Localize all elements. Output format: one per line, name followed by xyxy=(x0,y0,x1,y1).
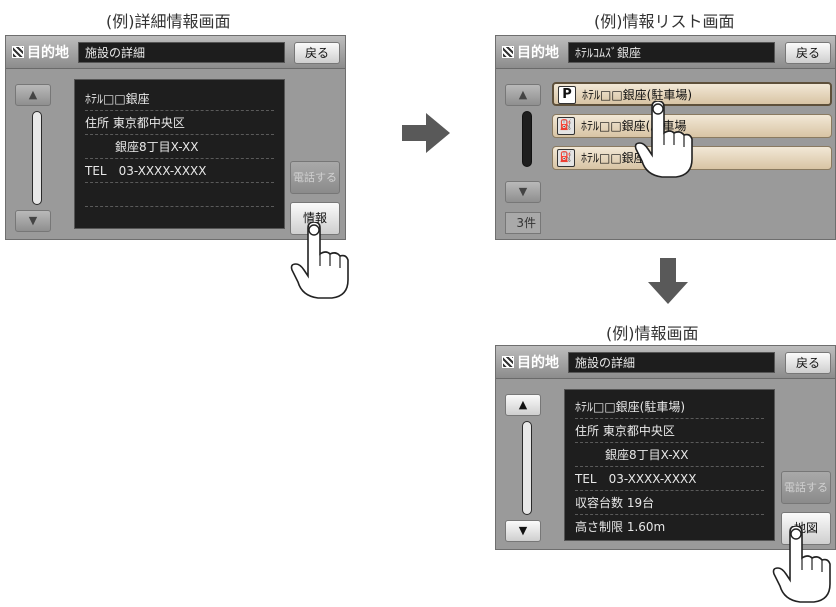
scroll-up-button[interactable]: ▲ xyxy=(15,84,51,106)
scroll-up-icon: ▲ xyxy=(518,88,528,101)
info-row-address: 住所 東京都中央区 xyxy=(575,420,764,443)
info-row-capacity: 収容台数 19台 xyxy=(575,492,764,515)
caption-list-screen: (例)情報リスト画面 xyxy=(594,12,735,31)
screen-title: ﾎﾃﾙｺﾑｽﾞ銀座 xyxy=(568,42,775,63)
parking-icon: P xyxy=(558,86,576,104)
detail-info-box: ﾎﾃﾙ□□銀座 住所 東京都中央区 銀座8丁目X-XX TEL 03-XXXX-… xyxy=(74,79,285,229)
scrollbar-track[interactable] xyxy=(522,421,532,515)
screen-title: 施設の詳細 xyxy=(568,352,775,373)
tap-hand-icon xyxy=(772,526,831,603)
scroll-up-button[interactable]: ▲ xyxy=(505,394,541,416)
info-row-empty xyxy=(85,184,274,207)
call-button[interactable]: 電話する xyxy=(290,161,340,194)
scroll-up-icon: ▲ xyxy=(28,88,38,101)
scroll-up-icon: ▲ xyxy=(518,398,528,411)
destination-label: 目的地 xyxy=(502,352,559,372)
gas-station-icon: ⛽ xyxy=(557,149,575,167)
back-button[interactable]: 戻る xyxy=(785,352,831,374)
scroll-down-button[interactable]: ▼ xyxy=(505,181,541,203)
info-row-height-limit: 高さ制限 1.60m xyxy=(575,520,666,534)
info-row-tel: TEL 03-XXXX-XXXX xyxy=(85,160,274,183)
info-row-address2: 銀座8丁目X-XX xyxy=(85,136,274,159)
back-button[interactable]: 戻る xyxy=(785,42,831,64)
tap-hand-icon xyxy=(290,222,349,299)
gas-station-icon: ⛽ xyxy=(557,117,575,135)
down-arrow-icon xyxy=(648,258,688,304)
caption-info-screen: (例)情報画面 xyxy=(606,324,699,343)
checkered-flag-icon xyxy=(12,46,24,58)
info-row-name: ﾎﾃﾙ□□銀座(駐車場) xyxy=(575,396,764,419)
scroll-down-button[interactable]: ▼ xyxy=(505,520,541,542)
scrollbar-track[interactable] xyxy=(522,111,532,167)
info-row-address2: 銀座8丁目X-XX xyxy=(575,444,764,467)
info-row-name: ﾎﾃﾙ□□銀座 xyxy=(85,88,274,111)
scroll-down-icon: ▼ xyxy=(518,185,528,198)
destination-label: 目的地 xyxy=(502,42,559,62)
destination-label: 目的地 xyxy=(12,42,69,62)
info-detail-box: ﾎﾃﾙ□□銀座(駐車場) 住所 東京都中央区 銀座8丁目X-XX TEL 03-… xyxy=(564,389,775,541)
scrollbar-track[interactable] xyxy=(32,111,42,205)
result-count: 3件 xyxy=(505,212,541,234)
info-row-tel: TEL 03-XXXX-XXXX xyxy=(575,468,764,491)
checkered-flag-icon xyxy=(502,356,514,368)
screen-title: 施設の詳細 xyxy=(78,42,285,63)
scroll-down-icon: ▼ xyxy=(518,524,528,537)
destination-text: 目的地 xyxy=(517,45,559,61)
scroll-down-icon: ▼ xyxy=(28,214,38,227)
tap-hand-icon xyxy=(634,101,693,178)
info-screen: 目的地 施設の詳細 戻る ▲ ▼ ﾎﾃﾙ□□銀座(駐車場) 住所 東京都中央区 … xyxy=(495,345,836,550)
checkered-flag-icon xyxy=(502,46,514,58)
caption-detail-screen: (例)詳細情報画面 xyxy=(106,12,231,31)
scroll-up-button[interactable]: ▲ xyxy=(505,84,541,106)
call-button[interactable]: 電話する xyxy=(781,471,831,504)
info-row-address: 住所 東京都中央区 xyxy=(85,112,274,135)
destination-text: 目的地 xyxy=(517,355,559,371)
back-button[interactable]: 戻る xyxy=(294,42,340,64)
right-arrow-icon xyxy=(402,113,450,153)
detail-screen: 目的地 施設の詳細 戻る ▲ ▼ ﾎﾃﾙ□□銀座 住所 東京都中央区 銀座8丁目… xyxy=(5,35,346,240)
destination-text: 目的地 xyxy=(27,45,69,61)
scroll-down-button[interactable]: ▼ xyxy=(15,210,51,232)
